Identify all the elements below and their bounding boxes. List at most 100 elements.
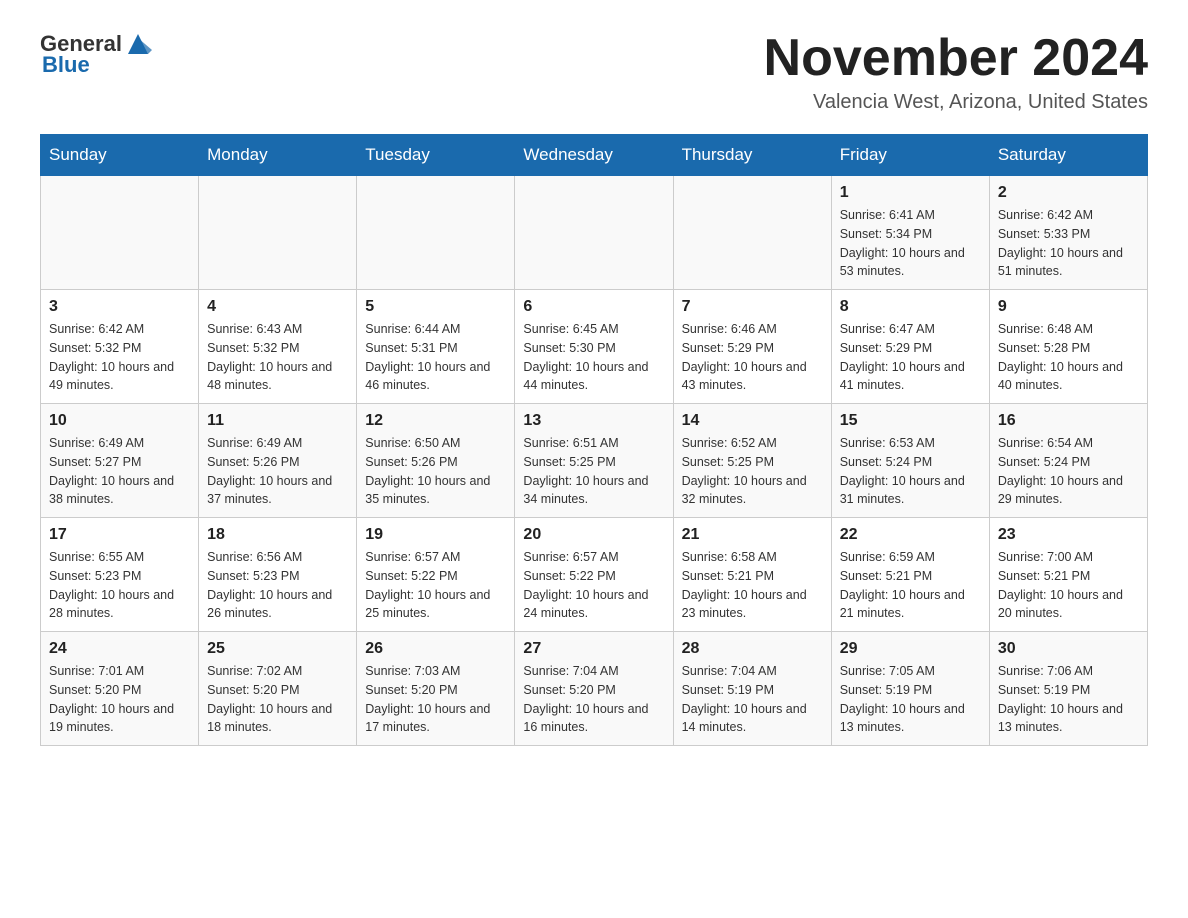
calendar-cell: 2Sunrise: 6:42 AMSunset: 5:33 PMDaylight… xyxy=(989,176,1147,290)
col-tuesday: Tuesday xyxy=(357,135,515,176)
day-number: 26 xyxy=(365,640,506,658)
day-number: 25 xyxy=(207,640,348,658)
day-info: Sunrise: 6:53 AMSunset: 5:24 PMDaylight:… xyxy=(840,434,981,509)
calendar-header-row: Sunday Monday Tuesday Wednesday Thursday… xyxy=(41,135,1148,176)
calendar-cell: 29 Sunrise: 7:05 AMSunset: 5:19 PMDayligh… xyxy=(831,632,989,746)
day-info: Sunrise: 7:05 AMSunset: 5:19 PMDaylight:… xyxy=(840,662,981,737)
day-info: Sunrise: 6:49 AMSunset: 5:27 PMDaylight:… xyxy=(49,434,190,509)
day-info: Sunrise: 6:42 AMSunset: 5:32 PMDaylight:… xyxy=(49,320,190,395)
calendar-cell: 24 Sunrise: 7:01 AMSunset: 5:20 PMDayligh… xyxy=(41,632,199,746)
day-number: 11 xyxy=(207,412,348,430)
calendar-cell: 25 Sunrise: 7:02 AMSunset: 5:20 PMDayligh… xyxy=(199,632,357,746)
page-header: General Blue November 2024 Valencia West… xyxy=(40,30,1148,114)
calendar-cell: 5 Sunrise: 6:44 AMSunset: 5:31 PMDaylight… xyxy=(357,290,515,404)
calendar-cell: 13Sunrise: 6:51 AMSunset: 5:25 PMDayligh… xyxy=(515,404,673,518)
col-thursday: Thursday xyxy=(673,135,831,176)
calendar-cell: 21 Sunrise: 6:58 AMSunset: 5:21 PMDayligh… xyxy=(673,518,831,632)
calendar-cell: 22Sunrise: 6:59 AMSunset: 5:21 PMDayligh… xyxy=(831,518,989,632)
calendar-cell: 4 Sunrise: 6:43 AMSunset: 5:32 PMDaylight… xyxy=(199,290,357,404)
day-number: 17 xyxy=(49,526,190,544)
day-info: Sunrise: 6:44 AMSunset: 5:31 PMDaylight:… xyxy=(365,320,506,395)
day-info: Sunrise: 6:57 AMSunset: 5:22 PMDaylight:… xyxy=(523,548,664,623)
calendar-cell: 1 Sunrise: 6:41 AMSunset: 5:34 PMDaylight… xyxy=(831,176,989,290)
day-info: Sunrise: 7:02 AMSunset: 5:20 PMDaylight:… xyxy=(207,662,348,737)
day-info: Sunrise: 6:47 AMSunset: 5:29 PMDaylight:… xyxy=(840,320,981,395)
day-number: 16 xyxy=(998,412,1139,430)
day-info: Sunrise: 7:04 AMSunset: 5:20 PMDaylight:… xyxy=(523,662,664,737)
day-info: Sunrise: 6:48 AMSunset: 5:28 PMDaylight:… xyxy=(998,320,1139,395)
day-info: Sunrise: 6:55 AMSunset: 5:23 PMDaylight:… xyxy=(49,548,190,623)
calendar-cell xyxy=(199,176,357,290)
day-info: Sunrise: 7:04 AMSunset: 5:19 PMDaylight:… xyxy=(682,662,823,737)
week-row-3: 10Sunrise: 6:49 AMSunset: 5:27 PMDayligh… xyxy=(41,404,1148,518)
calendar-cell: 17 Sunrise: 6:55 AMSunset: 5:23 PMDayligh… xyxy=(41,518,199,632)
calendar-cell xyxy=(515,176,673,290)
day-number: 1 xyxy=(840,184,981,202)
calendar-cell: 9 Sunrise: 6:48 AMSunset: 5:28 PMDaylight… xyxy=(989,290,1147,404)
day-info: Sunrise: 6:41 AMSunset: 5:34 PMDaylight:… xyxy=(840,206,981,281)
day-number: 20 xyxy=(523,526,664,544)
calendar-cell xyxy=(357,176,515,290)
day-info: Sunrise: 6:49 AMSunset: 5:26 PMDaylight:… xyxy=(207,434,348,509)
calendar-cell: 30 Sunrise: 7:06 AMSunset: 5:19 PMDayligh… xyxy=(989,632,1147,746)
location-title: Valencia West, Arizona, United States xyxy=(764,91,1148,114)
calendar-cell: 3 Sunrise: 6:42 AMSunset: 5:32 PMDaylight… xyxy=(41,290,199,404)
calendar-cell: 18Sunrise: 6:56 AMSunset: 5:23 PMDayligh… xyxy=(199,518,357,632)
day-info: Sunrise: 6:42 AMSunset: 5:33 PMDaylight:… xyxy=(998,206,1139,281)
day-info: Sunrise: 6:43 AMSunset: 5:32 PMDaylight:… xyxy=(207,320,348,395)
calendar-cell: 6 Sunrise: 6:45 AMSunset: 5:30 PMDaylight… xyxy=(515,290,673,404)
day-number: 23 xyxy=(998,526,1139,544)
calendar-cell: 15Sunrise: 6:53 AMSunset: 5:24 PMDayligh… xyxy=(831,404,989,518)
day-info: Sunrise: 6:54 AMSunset: 5:24 PMDaylight:… xyxy=(998,434,1139,509)
calendar-cell: 8 Sunrise: 6:47 AMSunset: 5:29 PMDaylight… xyxy=(831,290,989,404)
day-number: 27 xyxy=(523,640,664,658)
day-number: 8 xyxy=(840,298,981,316)
day-number: 6 xyxy=(523,298,664,316)
day-number: 13 xyxy=(523,412,664,430)
col-saturday: Saturday xyxy=(989,135,1147,176)
day-number: 30 xyxy=(998,640,1139,658)
day-info: Sunrise: 6:58 AMSunset: 5:21 PMDaylight:… xyxy=(682,548,823,623)
day-number: 28 xyxy=(682,640,823,658)
week-row-1: 1 Sunrise: 6:41 AMSunset: 5:34 PMDaylight… xyxy=(41,176,1148,290)
day-info: Sunrise: 7:00 AMSunset: 5:21 PMDaylight:… xyxy=(998,548,1139,623)
day-info: Sunrise: 6:50 AMSunset: 5:26 PMDaylight:… xyxy=(365,434,506,509)
day-number: 3 xyxy=(49,298,190,316)
day-number: 7 xyxy=(682,298,823,316)
day-info: Sunrise: 6:52 AMSunset: 5:25 PMDaylight:… xyxy=(682,434,823,509)
day-info: Sunrise: 7:06 AMSunset: 5:19 PMDaylight:… xyxy=(998,662,1139,737)
calendar-cell: 11 Sunrise: 6:49 AMSunset: 5:26 PMDayligh… xyxy=(199,404,357,518)
day-number: 5 xyxy=(365,298,506,316)
calendar-cell: 12 Sunrise: 6:50 AMSunset: 5:26 PMDayligh… xyxy=(357,404,515,518)
day-info: Sunrise: 6:46 AMSunset: 5:29 PMDaylight:… xyxy=(682,320,823,395)
col-monday: Monday xyxy=(199,135,357,176)
col-sunday: Sunday xyxy=(41,135,199,176)
day-info: Sunrise: 6:45 AMSunset: 5:30 PMDaylight:… xyxy=(523,320,664,395)
calendar-table: Sunday Monday Tuesday Wednesday Thursday… xyxy=(40,134,1148,746)
day-number: 24 xyxy=(49,640,190,658)
calendar-cell: 20 Sunrise: 6:57 AMSunset: 5:22 PMDayligh… xyxy=(515,518,673,632)
week-row-2: 3 Sunrise: 6:42 AMSunset: 5:32 PMDaylight… xyxy=(41,290,1148,404)
day-number: 21 xyxy=(682,526,823,544)
calendar-cell: 10Sunrise: 6:49 AMSunset: 5:27 PMDayligh… xyxy=(41,404,199,518)
logo-blue: Blue xyxy=(42,52,90,78)
day-number: 29 xyxy=(840,640,981,658)
day-info: Sunrise: 6:59 AMSunset: 5:21 PMDaylight:… xyxy=(840,548,981,623)
week-row-4: 17 Sunrise: 6:55 AMSunset: 5:23 PMDayligh… xyxy=(41,518,1148,632)
calendar-cell: 23 Sunrise: 7:00 AMSunset: 5:21 PMDayligh… xyxy=(989,518,1147,632)
week-row-5: 24 Sunrise: 7:01 AMSunset: 5:20 PMDayligh… xyxy=(41,632,1148,746)
day-number: 9 xyxy=(998,298,1139,316)
day-info: Sunrise: 7:01 AMSunset: 5:20 PMDaylight:… xyxy=(49,662,190,737)
calendar-cell: 26Sunrise: 7:03 AMSunset: 5:20 PMDayligh… xyxy=(357,632,515,746)
day-number: 4 xyxy=(207,298,348,316)
day-number: 12 xyxy=(365,412,506,430)
day-number: 19 xyxy=(365,526,506,544)
calendar-cell xyxy=(41,176,199,290)
calendar-cell: 7 Sunrise: 6:46 AMSunset: 5:29 PMDaylight… xyxy=(673,290,831,404)
calendar-cell: 19Sunrise: 6:57 AMSunset: 5:22 PMDayligh… xyxy=(357,518,515,632)
day-number: 14 xyxy=(682,412,823,430)
calendar-cell: 27 Sunrise: 7:04 AMSunset: 5:20 PMDayligh… xyxy=(515,632,673,746)
logo-icon xyxy=(124,30,152,58)
month-title: November 2024 xyxy=(764,30,1148,87)
logo: General Blue xyxy=(40,30,152,78)
